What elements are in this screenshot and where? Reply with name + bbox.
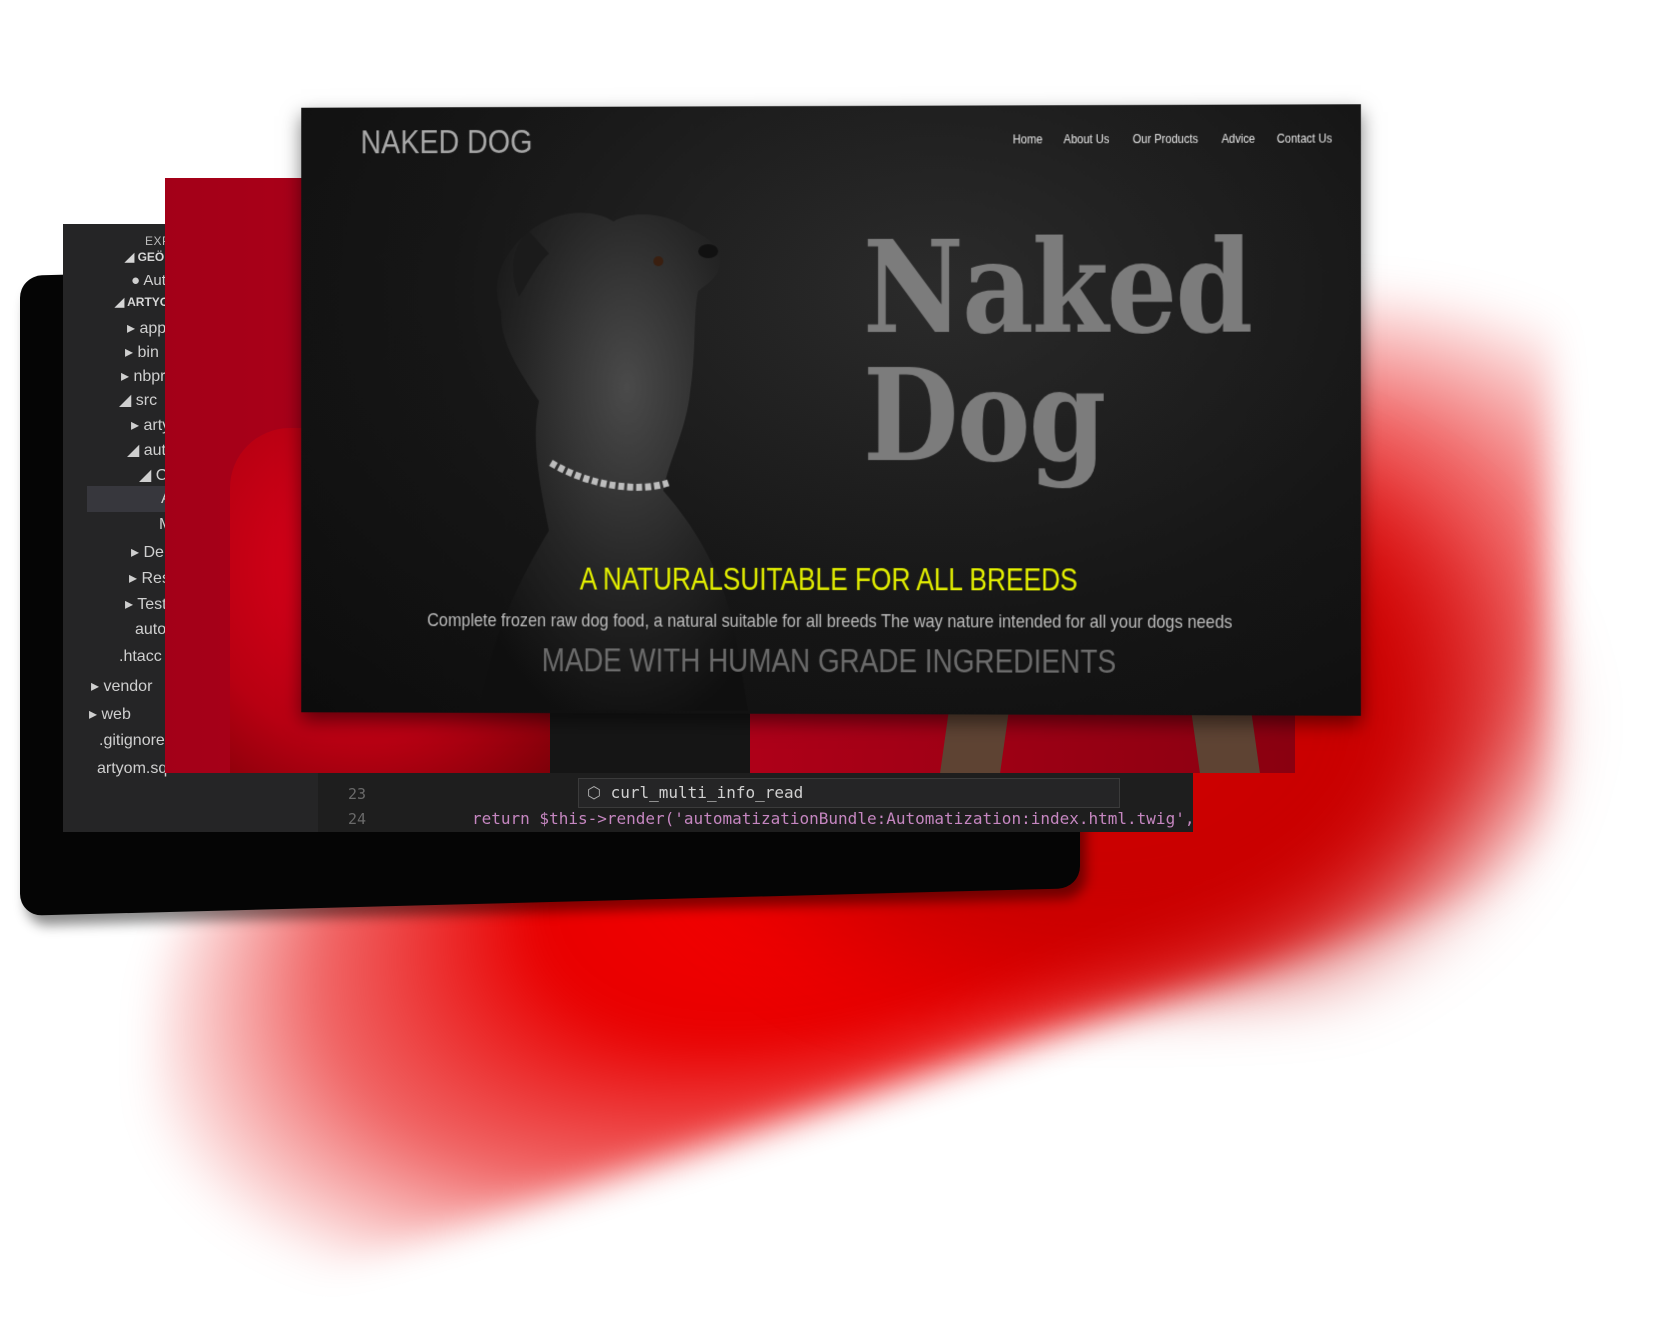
nav-about-us[interactable]: About Us bbox=[1063, 131, 1109, 146]
tree-label: Test bbox=[137, 596, 167, 613]
tree-label: auto bbox=[135, 621, 167, 638]
site-logo[interactable]: NAKED DOG bbox=[361, 123, 533, 162]
hero-title-line2: Dog bbox=[863, 340, 1105, 492]
tree-item-web[interactable]: ▸ web bbox=[89, 704, 131, 724]
tree-label: .htacc bbox=[119, 648, 162, 665]
tree-label: .gitignore bbox=[99, 732, 165, 749]
nav-advice[interactable]: Advice bbox=[1221, 131, 1254, 146]
hero-title-line1: Naked bbox=[863, 212, 1252, 363]
tree-item-artyom-sql[interactable]: artyom.sql bbox=[97, 760, 171, 778]
dog-photo bbox=[479, 212, 749, 711]
tree-label: vendor bbox=[103, 678, 153, 695]
main-nav: Home About Us Our Products Advice Contac… bbox=[1010, 130, 1336, 146]
tree-label: web bbox=[101, 706, 131, 723]
tree-label: app bbox=[139, 320, 167, 337]
tree-item-htaccess[interactable]: .htacc bbox=[119, 648, 162, 666]
autocomplete-suggestion[interactable]: ⬡ curl_multi_info_read bbox=[578, 778, 1120, 808]
hero-description: Complete frozen raw dog food, a natural … bbox=[427, 610, 1233, 633]
suggestion-label: curl_multi_info_read bbox=[610, 783, 804, 802]
hero-made-with: MADE WITH HUMAN GRADE INGREDIENTS bbox=[541, 641, 1117, 681]
tree-label: bin bbox=[137, 344, 159, 361]
tree-item-src[interactable]: ◢ src bbox=[119, 390, 157, 410]
tree-item-auto[interactable]: auto bbox=[135, 621, 166, 639]
nav-our-products[interactable]: Our Products bbox=[1133, 131, 1199, 146]
nav-contact-us[interactable]: Contact Us bbox=[1277, 130, 1332, 145]
tree-label: src bbox=[135, 392, 158, 409]
hero-title: Naked Dog bbox=[863, 212, 1252, 492]
tree-item-tests[interactable]: ▸ Test bbox=[125, 594, 167, 614]
tree-label: artyom.sql bbox=[97, 760, 171, 777]
tree-item-bin[interactable]: ▸ bin bbox=[125, 342, 159, 362]
hero-tagline: A NATURALSUITABLE FOR ALL BREEDS bbox=[579, 560, 1078, 598]
nav-home[interactable]: Home bbox=[1013, 131, 1043, 146]
cube-icon: ⬡ bbox=[587, 783, 601, 802]
tree-item-gitignore[interactable]: .gitignore bbox=[99, 732, 165, 750]
line-number: 23 bbox=[348, 785, 367, 803]
line-number: 24 bbox=[348, 810, 367, 828]
code-line-24[interactable]: return $this->render('automatizationBund… bbox=[472, 809, 1194, 828]
website-preview: NAKED DOG Home About Us Our Products Adv… bbox=[301, 104, 1361, 716]
tree-item-vendor[interactable]: ▸ vendor bbox=[91, 676, 152, 696]
tree-item-app[interactable]: ▸ app bbox=[127, 318, 166, 338]
